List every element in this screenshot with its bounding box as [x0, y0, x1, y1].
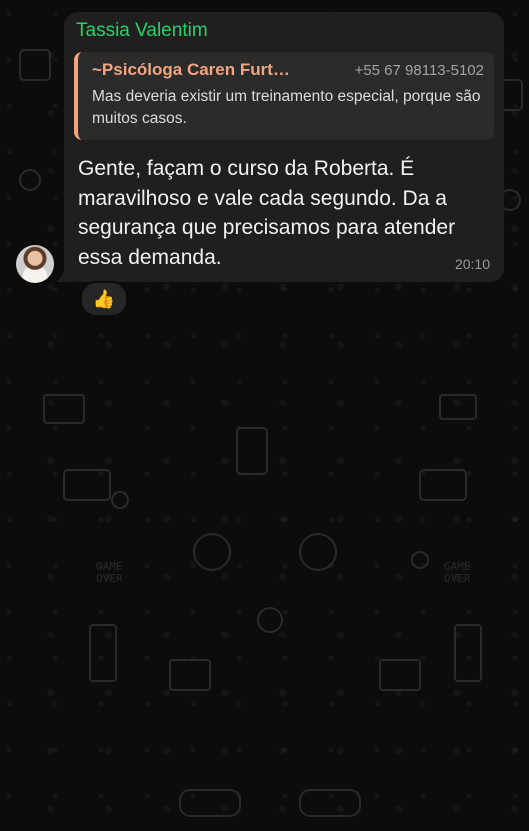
quoted-message[interactable]: ~Psicóloga Caren Furt… +55 67 98113-5102… — [74, 52, 494, 140]
reaction-badge[interactable]: 👍 — [80, 281, 128, 317]
message-bubble[interactable]: Tassia Valentim ~Psicóloga Caren Furt… +… — [64, 12, 504, 282]
thumbs-up-icon: 👍 — [92, 288, 116, 309]
message-text: Gente, façam o curso da Roberta. É marav… — [78, 157, 456, 269]
sender-name[interactable]: Tassia Valentim — [76, 20, 494, 42]
quoted-header: ~Psicóloga Caren Furt… +55 67 98113-5102 — [92, 60, 484, 80]
message-timestamp: 20:10 — [454, 256, 490, 272]
sender-avatar[interactable] — [16, 245, 54, 283]
quoted-text: Mas deveria existir um treinamento espec… — [92, 88, 481, 127]
svg-text:OVER: OVER — [96, 572, 123, 585]
quoted-author: ~Psicóloga Caren Furt… — [92, 60, 290, 79]
quoted-phone: +55 67 98113-5102 — [354, 62, 484, 79]
svg-text:OVER: OVER — [444, 572, 471, 585]
